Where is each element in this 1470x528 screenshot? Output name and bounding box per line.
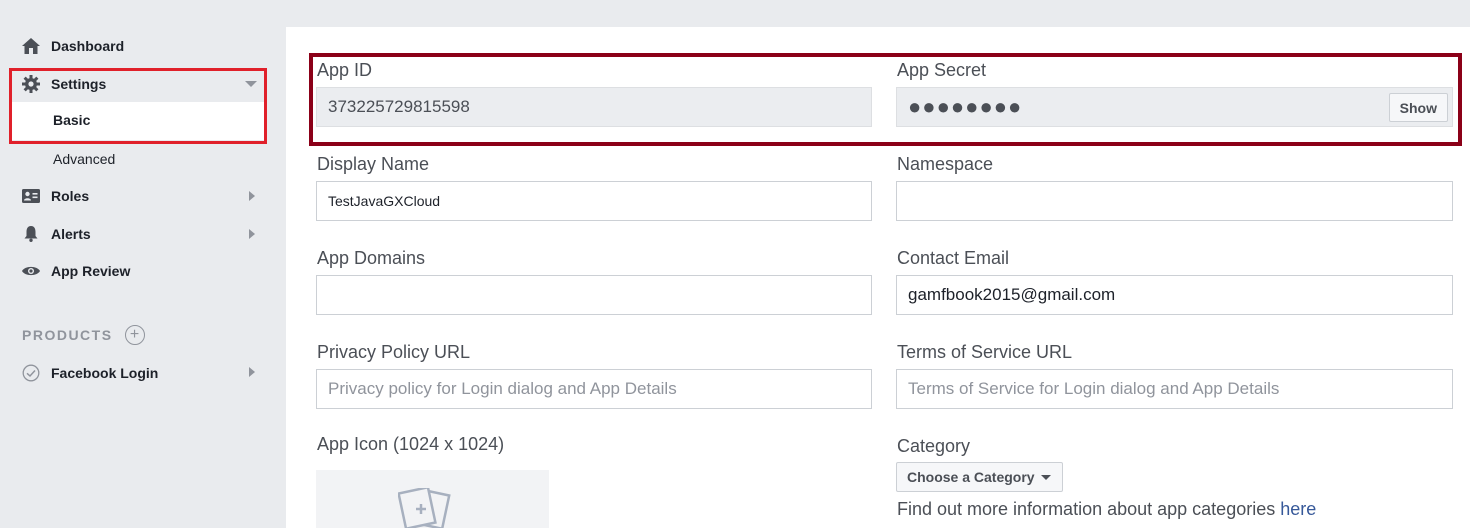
sidebar-item-facebook-login[interactable]: Facebook Login xyxy=(22,361,158,385)
sidebar-item-dashboard[interactable]: Dashboard xyxy=(22,34,124,58)
namespace-label: Namespace xyxy=(897,154,994,174)
namespace-field[interactable] xyxy=(896,181,1453,221)
sidebar-item-roles[interactable]: Roles xyxy=(22,184,89,208)
category-info-text: Find out more information about app cate… xyxy=(897,499,1281,519)
app-icon-label: App Icon (1024 x 1024) xyxy=(317,434,505,454)
category-info-link[interactable]: here xyxy=(1280,499,1316,519)
sidebar: Dashboard Settings Basic Advanced Roles … xyxy=(0,0,285,528)
privacy-policy-placeholder: Privacy policy for Login dialog and App … xyxy=(328,379,677,398)
app-icon-upload[interactable] xyxy=(316,470,549,528)
contact-email-value: gamfbook2015@gmail.com xyxy=(908,285,1116,304)
category-info: Find out more information about app cate… xyxy=(897,499,1316,520)
terms-of-service-field[interactable]: Terms of Service for Login dialog and Ap… xyxy=(896,369,1453,409)
sidebar-subitem-advanced[interactable]: Advanced xyxy=(53,151,115,167)
sidebar-item-alerts[interactable]: Alerts xyxy=(22,222,91,246)
sidebar-item-label: Alerts xyxy=(51,226,91,242)
chevron-right-icon[interactable] xyxy=(249,229,255,239)
chevron-right-icon[interactable] xyxy=(249,367,255,377)
terms-of-service-placeholder: Terms of Service for Login dialog and Ap… xyxy=(908,379,1280,398)
settings-highlight-box xyxy=(9,68,267,144)
sidebar-item-app-review[interactable]: App Review xyxy=(22,259,130,283)
contact-email-field[interactable]: gamfbook2015@gmail.com xyxy=(896,275,1453,315)
app-domains-label: App Domains xyxy=(317,248,426,268)
terms-of-service-label: Terms of Service URL xyxy=(897,342,1073,362)
caret-down-icon xyxy=(1040,474,1051,480)
privacy-policy-field[interactable]: Privacy policy for Login dialog and App … xyxy=(316,369,872,409)
category-label: Category xyxy=(897,436,971,456)
chevron-right-icon[interactable] xyxy=(249,191,255,201)
choose-category-label: Choose a Category xyxy=(907,469,1035,485)
sidebar-item-label: Roles xyxy=(51,188,90,204)
products-header: PRODUCTS + xyxy=(22,325,145,345)
eye-icon xyxy=(22,262,40,280)
check-circle-icon xyxy=(22,364,40,382)
sidebar-item-label: Dashboard xyxy=(51,38,125,54)
choose-category-button[interactable]: Choose a Category xyxy=(896,462,1063,492)
home-icon xyxy=(22,37,40,55)
contact-email-label: Contact Email xyxy=(897,248,1010,268)
sidebar-item-label: App Review xyxy=(51,263,131,279)
bell-icon xyxy=(22,225,40,243)
display-name-label: Display Name xyxy=(317,154,430,174)
credentials-highlight-box xyxy=(309,53,1462,146)
roles-card-icon xyxy=(22,187,40,205)
app-domains-field[interactable] xyxy=(316,275,872,315)
add-product-icon[interactable]: + xyxy=(124,325,145,345)
display-name-value: TestJavaGXCloud xyxy=(328,193,441,209)
products-label: PRODUCTS xyxy=(22,327,113,343)
display-name-field[interactable]: TestJavaGXCloud xyxy=(316,181,872,221)
image-upload-icon xyxy=(398,488,451,528)
sidebar-item-label: Facebook Login xyxy=(51,365,159,381)
privacy-policy-label: Privacy Policy URL xyxy=(317,342,471,362)
